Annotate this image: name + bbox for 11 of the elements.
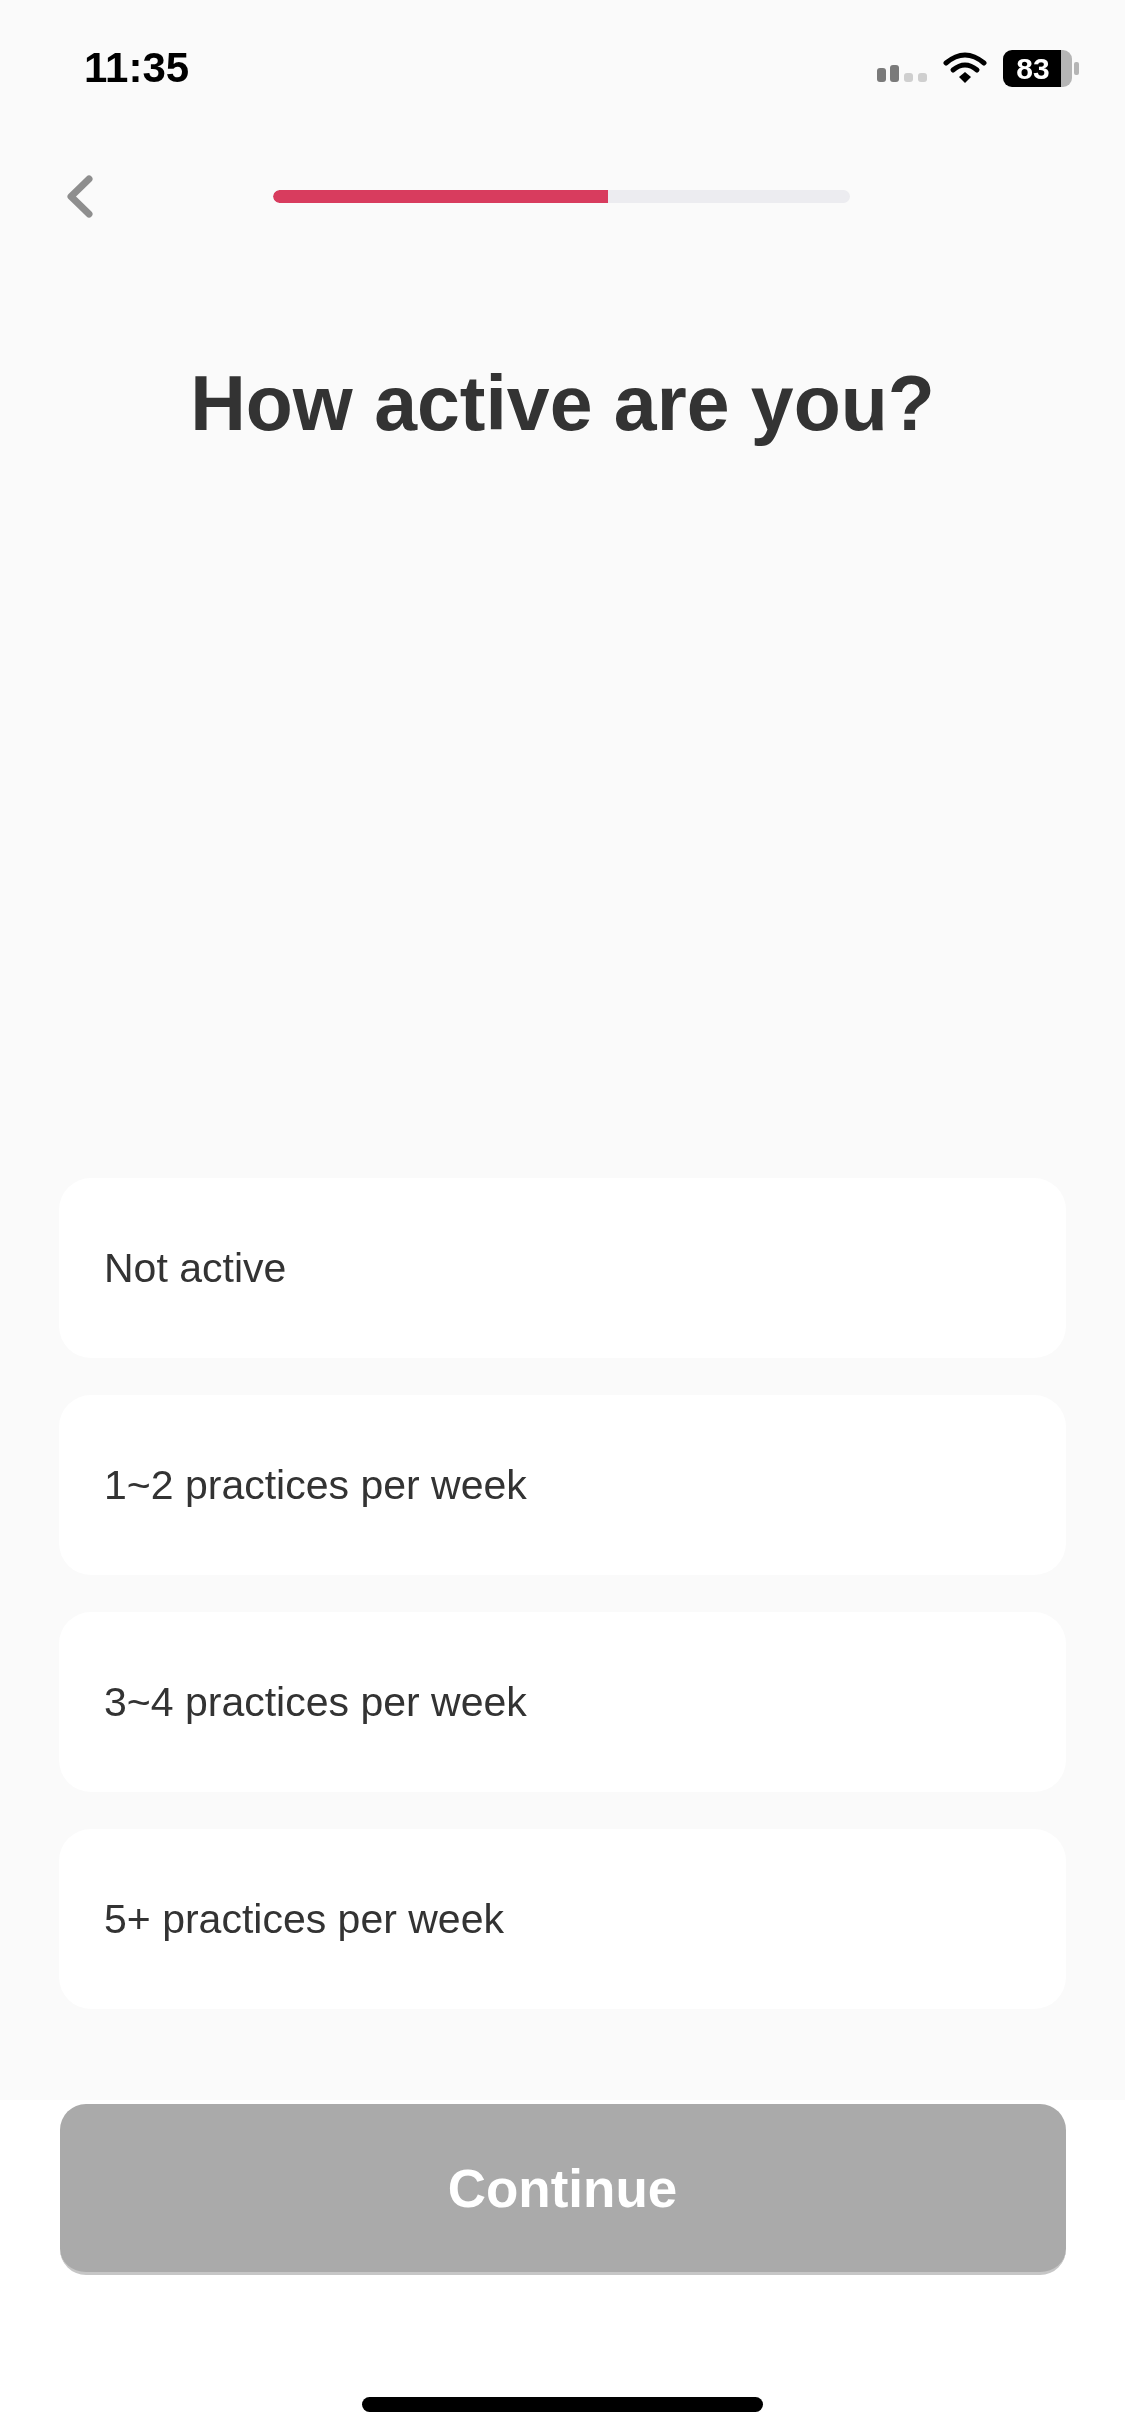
status-time: 11:35 xyxy=(84,47,190,89)
battery-icon xyxy=(1061,49,1079,87)
back-icon xyxy=(64,173,94,219)
battery-percentage: 83 xyxy=(1003,49,1061,87)
answer-option[interactable]: 3~4 practices per week xyxy=(59,1612,1066,1792)
question-title: How active are you? xyxy=(189,360,936,446)
answer-option[interactable]: 1~2 practices per week xyxy=(59,1395,1066,1575)
answer-option[interactable]: 5+ practices per week xyxy=(59,1829,1066,2009)
signal-icon xyxy=(877,64,927,82)
answer-option[interactable]: Not active xyxy=(59,1178,1066,1358)
wifi-icon xyxy=(942,51,988,85)
